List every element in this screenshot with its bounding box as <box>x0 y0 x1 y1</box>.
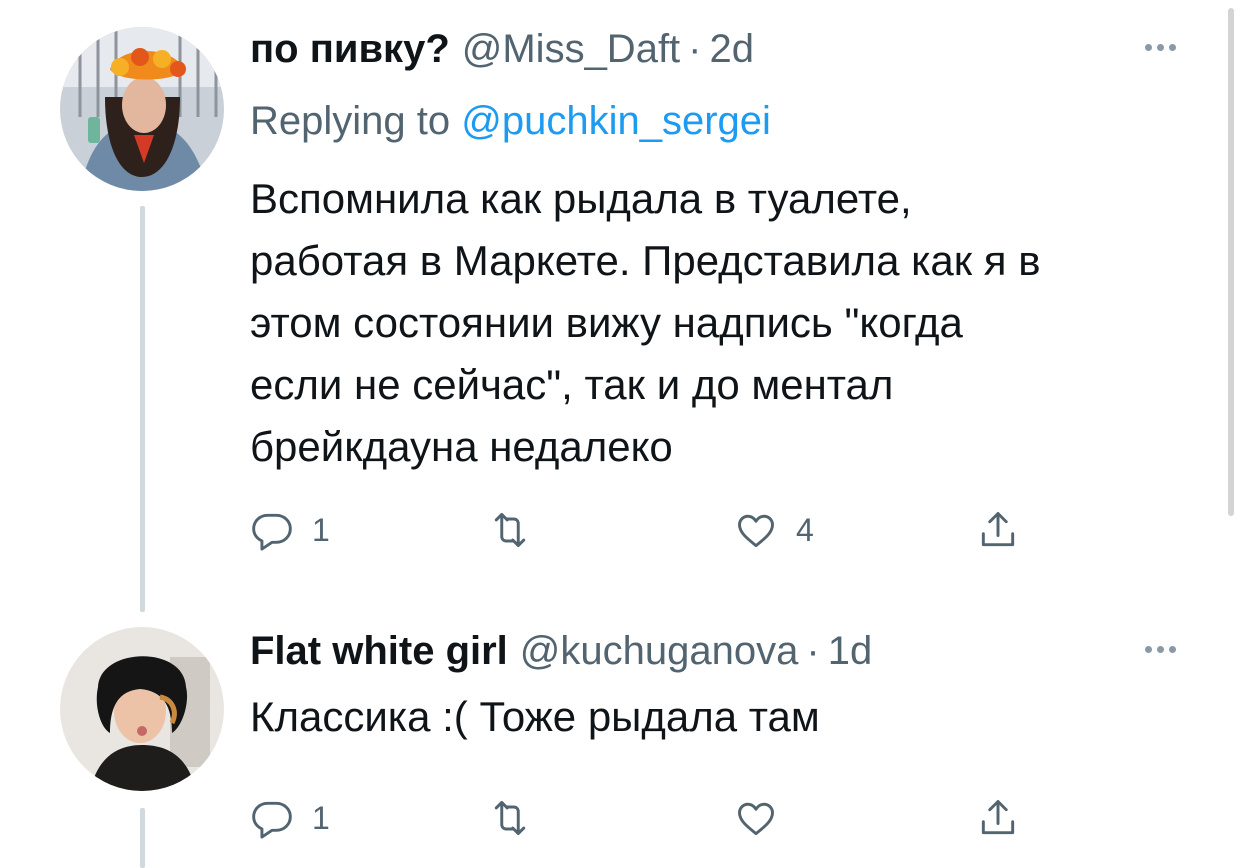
like-icon <box>738 802 774 836</box>
tweet-actions: 1 4 <box>250 508 1202 564</box>
retweet-icon <box>494 512 526 548</box>
tweet-actions: 1 <box>250 796 1202 852</box>
scrollbar[interactable] <box>1226 0 1234 862</box>
retweet-button[interactable] <box>488 796 550 840</box>
more-icon[interactable] <box>1145 646 1176 653</box>
display-name[interactable]: Flat white girl <box>250 624 508 678</box>
replying-to-label: Replying to <box>250 99 451 143</box>
timestamp[interactable]: 1d <box>828 624 873 678</box>
display-name[interactable]: по пивку? <box>250 22 450 76</box>
like-count: 4 <box>796 511 814 548</box>
avatar[interactable] <box>60 27 224 191</box>
reply-button[interactable]: 1 <box>250 796 330 840</box>
tweet-header: Flat white girl @kuchuganova · 1d <box>250 624 1202 678</box>
reply-count: 1 <box>312 799 330 836</box>
like-button[interactable] <box>734 796 796 840</box>
tweet-header: по пивку? @Miss_Daft · 2d <box>250 22 1202 76</box>
avatar-photo <box>60 27 224 191</box>
more-icon[interactable] <box>1145 44 1176 51</box>
like-button[interactable]: 4 <box>734 508 814 552</box>
timestamp[interactable]: 2d <box>710 22 755 76</box>
share-icon <box>981 512 1015 547</box>
like-icon <box>738 514 774 548</box>
share-icon <box>981 800 1015 835</box>
replying-to-handle[interactable]: @puchkin_sergei <box>461 99 771 143</box>
reply-icon <box>252 801 292 839</box>
retweet-icon <box>494 800 526 836</box>
replying-to: Replying to @puchkin_sergei <box>250 94 1202 148</box>
reply-button[interactable]: 1 <box>250 508 330 552</box>
reply-count: 1 <box>312 511 330 548</box>
tweet[interactable]: Flat white girl @kuchuganova · 1d Класси… <box>250 624 1202 852</box>
separator-dot: · <box>806 629 820 673</box>
retweet-button[interactable] <box>488 508 550 552</box>
separator-dot: · <box>688 27 702 71</box>
share-button[interactable] <box>976 508 1020 552</box>
reply-icon <box>252 513 292 551</box>
user-handle[interactable]: @kuchuganova <box>520 624 799 678</box>
tweet-text: Классика :( Тоже рыдала там <box>250 693 820 740</box>
tweet-text: Вспомнила как рыдала в туалете, работая … <box>250 175 1041 470</box>
thread-line <box>140 808 145 868</box>
scrollbar-thumb[interactable] <box>1228 8 1234 516</box>
avatar-photo <box>60 627 224 791</box>
share-button[interactable] <box>976 796 1020 840</box>
thread-line <box>140 206 145 612</box>
tweet[interactable]: по пивку? @Miss_Daft · 2d Replying to @p… <box>250 22 1202 564</box>
user-handle[interactable]: @Miss_Daft <box>462 22 680 76</box>
avatar[interactable] <box>60 627 224 791</box>
